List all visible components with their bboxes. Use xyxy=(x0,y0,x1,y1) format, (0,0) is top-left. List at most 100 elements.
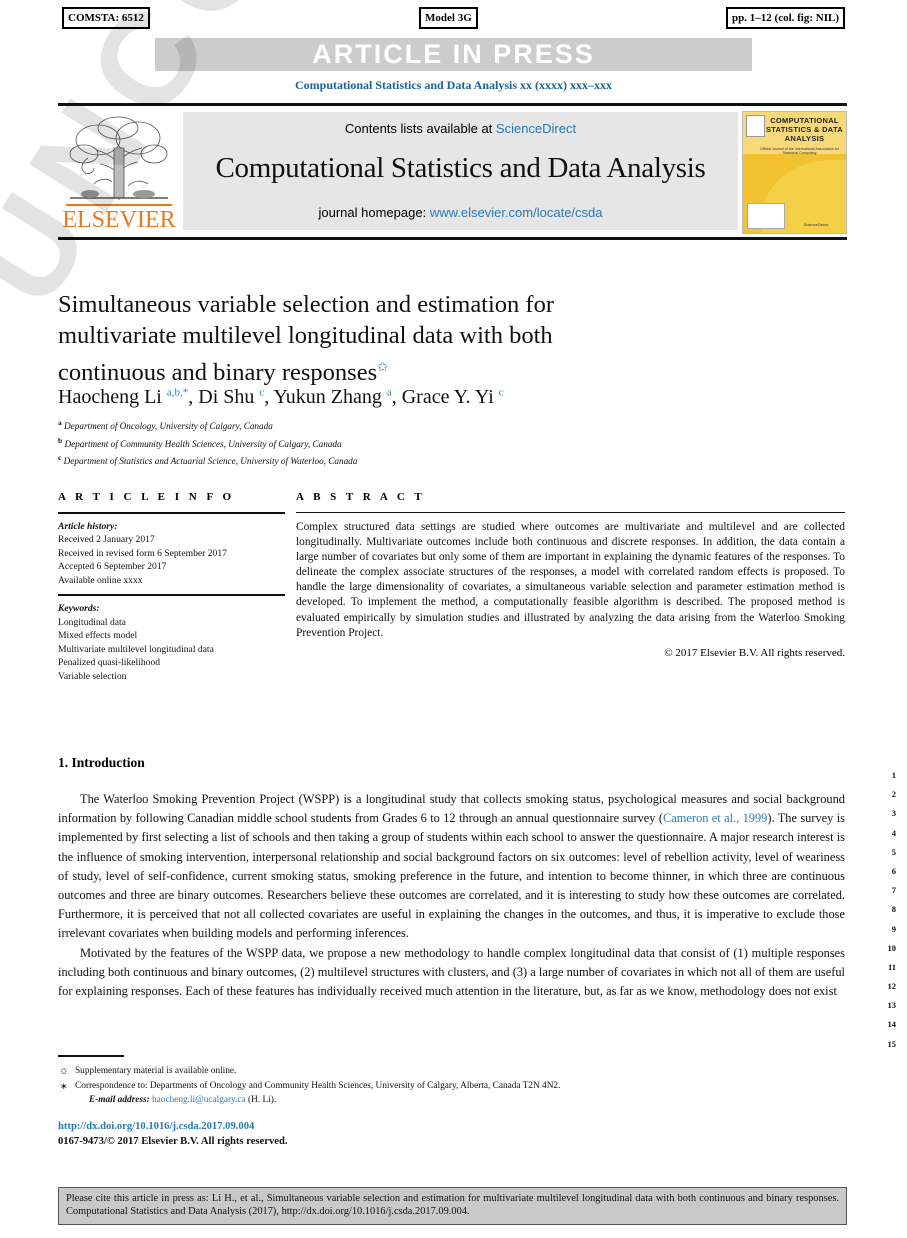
history-item: Received 2 January 2017 xyxy=(58,534,155,546)
manuscript-id-stamp: COMSTA: 6512 xyxy=(62,7,150,29)
journal-reference-line: Computational Statistics and Data Analys… xyxy=(294,78,613,92)
history-item: Available online xxxx xyxy=(58,574,143,586)
footnote-email-line: E-mail address: haocheng.li@ucalgary.ca … xyxy=(75,1093,848,1107)
affiliation-item: b Department of Community Health Science… xyxy=(58,434,678,452)
sciencedirect-link[interactable]: ScienceDirect xyxy=(496,121,576,136)
doi-link[interactable]: http://dx.doi.org/10.1016/j.csda.2017.09… xyxy=(58,1121,254,1132)
line-number: 2 xyxy=(891,789,896,800)
cite-this-article-box: Please cite this article in press as: Li… xyxy=(58,1187,847,1225)
affiliation-list: a Department of Oncology, University of … xyxy=(58,416,678,469)
journal-homepage-line: journal homepage: www.elsevier.com/locat… xyxy=(183,205,738,220)
article-in-press-label: ARTICLE IN PRESS xyxy=(312,39,595,69)
article-in-press-banner: ARTICLE IN PRESS xyxy=(155,38,752,71)
keywords-block: Keywords: Longitudinal data Mixed effect… xyxy=(58,602,285,684)
keyword-item: Mixed effects model xyxy=(58,630,138,642)
line-number: 6 xyxy=(891,865,896,876)
homepage-prefix: journal homepage: xyxy=(318,205,430,220)
affiliation-item: c Department of Statistics and Actuarial… xyxy=(58,451,678,469)
elsevier-logo: ELSEVIER xyxy=(60,112,178,233)
keyword-item: Longitudinal data xyxy=(58,616,126,628)
article-info-heading: A R T I C L E I N F O xyxy=(58,491,235,503)
issn-copyright-line: 0167-9473/© 2017 Elsevier B.V. All right… xyxy=(58,1136,288,1147)
line-number: 15 xyxy=(887,1038,897,1049)
line-number: 12 xyxy=(887,981,897,992)
citation-link[interactable]: Cameron et al., 1999 xyxy=(663,811,767,825)
pages-stamp: pp. 1–12 (col. fig: NIL) xyxy=(726,7,845,29)
journal-homepage-link[interactable]: www.elsevier.com/locate/csda xyxy=(430,205,603,220)
article-title-text: Simultaneous variable selection and esti… xyxy=(58,291,554,387)
body-content: The Waterloo Smoking Prevention Project … xyxy=(58,790,845,1001)
article-history-block: Article history: Received 2 January 2017… xyxy=(58,520,285,588)
email-address-label: E-mail address: xyxy=(89,1095,150,1105)
elsevier-tree-icon xyxy=(69,116,168,200)
masthead-rule-bottom xyxy=(58,237,847,240)
contents-prefix: Contents lists available at xyxy=(344,121,496,136)
affiliation-marker: b xyxy=(58,435,63,445)
abstract-rule xyxy=(296,512,845,513)
proof-stamp-row: COMSTA: 6512 Model 3G pp. 1–12 (col. fig… xyxy=(62,7,845,29)
masthead-panel: Contents lists available at ScienceDirec… xyxy=(183,112,738,230)
abstract-copyright: © 2017 Elsevier B.V. All rights reserved… xyxy=(664,646,845,659)
footnote-star-marker: ✩ xyxy=(60,1066,68,1076)
contents-available-line: Contents lists available at ScienceDirec… xyxy=(183,121,738,136)
line-number: 3 xyxy=(891,808,896,819)
paragraph-1-part-b: ). The survey is implemented by first se… xyxy=(58,811,846,941)
elsevier-wordmark: ELSEVIER xyxy=(62,207,176,233)
paragraph-2: Motivated by the features of the WSPP da… xyxy=(58,945,845,999)
affiliation-text: Department of Statistics and Actuarial S… xyxy=(63,456,358,467)
cover-footer-label: ScienceDirect xyxy=(803,222,829,227)
footnote-rule xyxy=(58,1055,124,1057)
title-footnote-marker[interactable]: ✩ xyxy=(377,359,388,374)
section-heading-introduction: 1. Introduction xyxy=(58,755,145,770)
article-page: COMSTA: 6512 Model 3G pp. 1–12 (col. fig… xyxy=(0,0,907,1238)
article-history-label: Article history: xyxy=(58,520,118,532)
article-info-rule-mid xyxy=(58,594,285,596)
cover-elsevier-badge xyxy=(746,115,765,137)
footnote-block: ✩ Supplementary material is available on… xyxy=(58,1064,848,1108)
history-item: Accepted 6 September 2017 xyxy=(58,561,167,573)
article-info-rule-top xyxy=(58,512,285,514)
line-number: 14 xyxy=(887,1019,897,1030)
article-info-column: A R T I C L E I N F O Article history: R… xyxy=(58,491,285,684)
abstract-column: A B S T R A C T Complex structured data … xyxy=(296,491,845,659)
abstract-heading: A B S T R A C T xyxy=(296,491,426,503)
affiliation-marker: c xyxy=(58,453,62,463)
model-stamp: Model 3G xyxy=(419,7,478,29)
abstract-text: Complex structured data settings are stu… xyxy=(296,521,845,639)
line-number: 9 xyxy=(891,923,896,934)
masthead-rule-top xyxy=(58,103,847,106)
line-number: 1 xyxy=(891,770,896,780)
affiliation-marker: a xyxy=(58,418,62,427)
journal-masthead: Contents lists available at ScienceDirec… xyxy=(58,103,847,240)
journal-title: Computational Statistics and Data Analys… xyxy=(215,152,706,184)
footnote-supplementary-text: Supplementary material is available onli… xyxy=(75,1066,237,1076)
line-number: 5 xyxy=(891,846,896,857)
author-names: Haocheng Li a,b,*, Di Shu c, Yukun Zhang… xyxy=(58,386,504,408)
email-link[interactable]: haocheng.li@ucalgary.ca xyxy=(152,1095,246,1105)
affiliation-text: Department of Oncology, University of Ca… xyxy=(64,421,273,432)
line-number-gutter: 1 2 3 4 5 6 7 8 9 10 11 12 13 14 15 xyxy=(872,766,897,1054)
keyword-item: Multivariate multilevel longitudinal dat… xyxy=(58,643,214,655)
cite-this-article-text: Please cite this article in press as: Li… xyxy=(66,1193,839,1217)
keyword-item: Variable selection xyxy=(58,670,127,682)
cover-logo-box xyxy=(747,203,785,229)
article-title: Simultaneous variable selection and esti… xyxy=(58,289,658,388)
footnote-correspondence-text: Correspondence to: Departments of Oncolo… xyxy=(75,1081,561,1091)
elsevier-rule xyxy=(66,204,172,206)
footnote-supplementary: ✩ Supplementary material is available on… xyxy=(58,1064,848,1078)
line-number: 7 xyxy=(891,885,896,896)
line-number: 11 xyxy=(887,961,896,972)
affiliation-item: a Department of Oncology, University of … xyxy=(58,416,678,434)
email-owner: (H. Li). xyxy=(248,1095,277,1105)
journal-cover-thumbnail: COMPUTATIONAL STATISTICS & DATA ANALYSIS… xyxy=(742,111,847,234)
history-item: Received in revised form 6 September 201… xyxy=(58,547,227,559)
line-number: 10 xyxy=(887,942,897,953)
line-number: 8 xyxy=(891,904,896,915)
author-list: Haocheng Li a,b,*, Di Shu c, Yukun Zhang… xyxy=(58,386,678,409)
line-number: 4 xyxy=(891,827,896,838)
keywords-label: Keywords: xyxy=(58,602,100,614)
line-number: 13 xyxy=(887,1000,897,1011)
keyword-item: Penalized quasi-likelihood xyxy=(58,657,161,669)
cover-title: COMPUTATIONAL STATISTICS & DATA ANALYSIS xyxy=(765,116,844,143)
paragraph-1: The Waterloo Smoking Prevention Project … xyxy=(58,790,845,944)
